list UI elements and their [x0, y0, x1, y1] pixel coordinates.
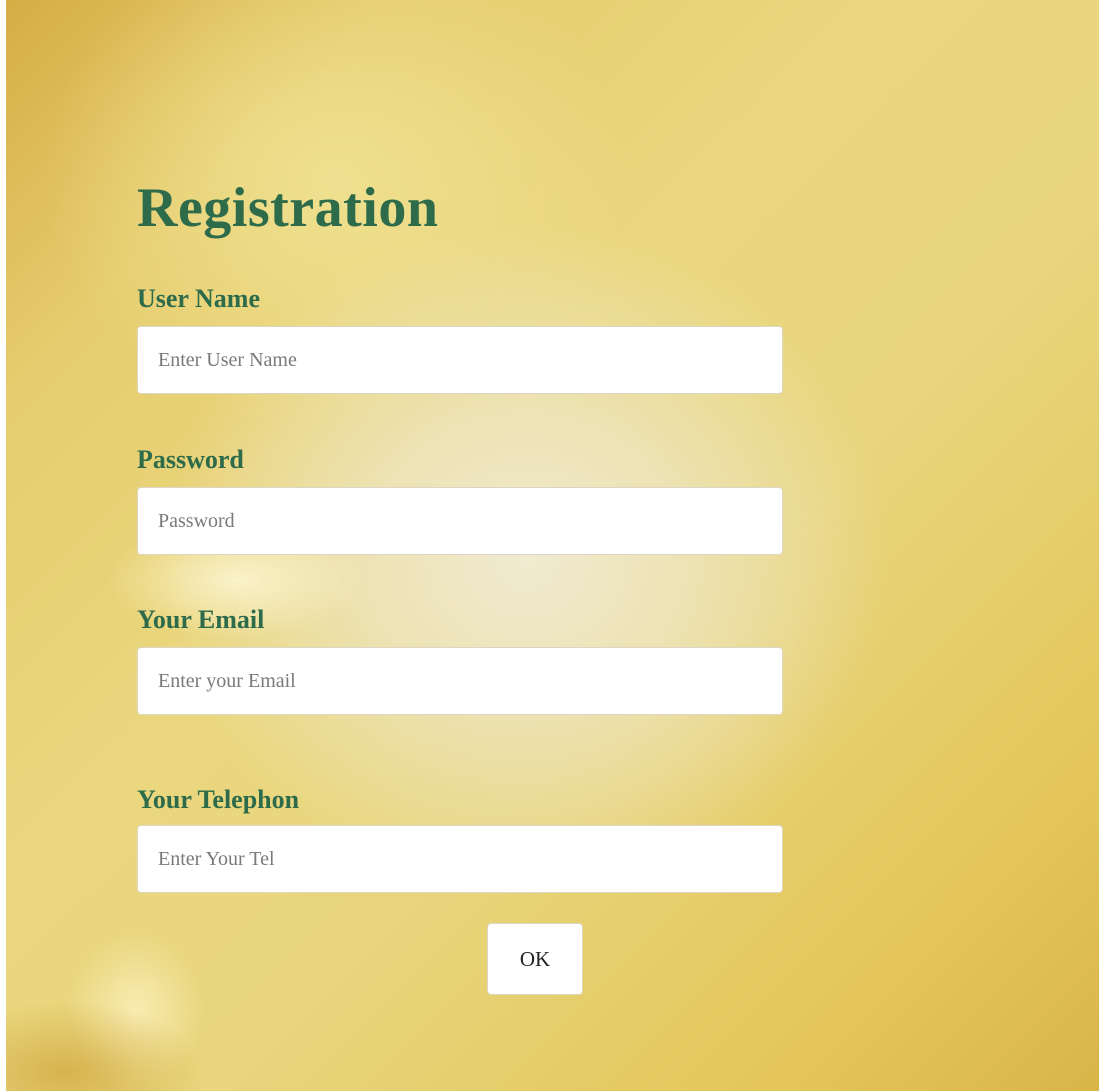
ok-button[interactable]: OK	[487, 923, 583, 995]
password-label: Password	[137, 445, 244, 474]
user-name-input[interactable]	[137, 326, 783, 394]
user-name-label: User Name	[137, 284, 260, 313]
light-flare	[6, 1000, 206, 1091]
page-title: Registration	[137, 177, 439, 239]
light-flare	[66, 930, 206, 1090]
telephone-label: Your Telephon	[137, 785, 300, 814]
email-label: Your Email	[137, 605, 265, 634]
password-input[interactable]	[137, 487, 783, 555]
telephone-input[interactable]	[137, 825, 783, 893]
email-input[interactable]	[137, 647, 783, 715]
